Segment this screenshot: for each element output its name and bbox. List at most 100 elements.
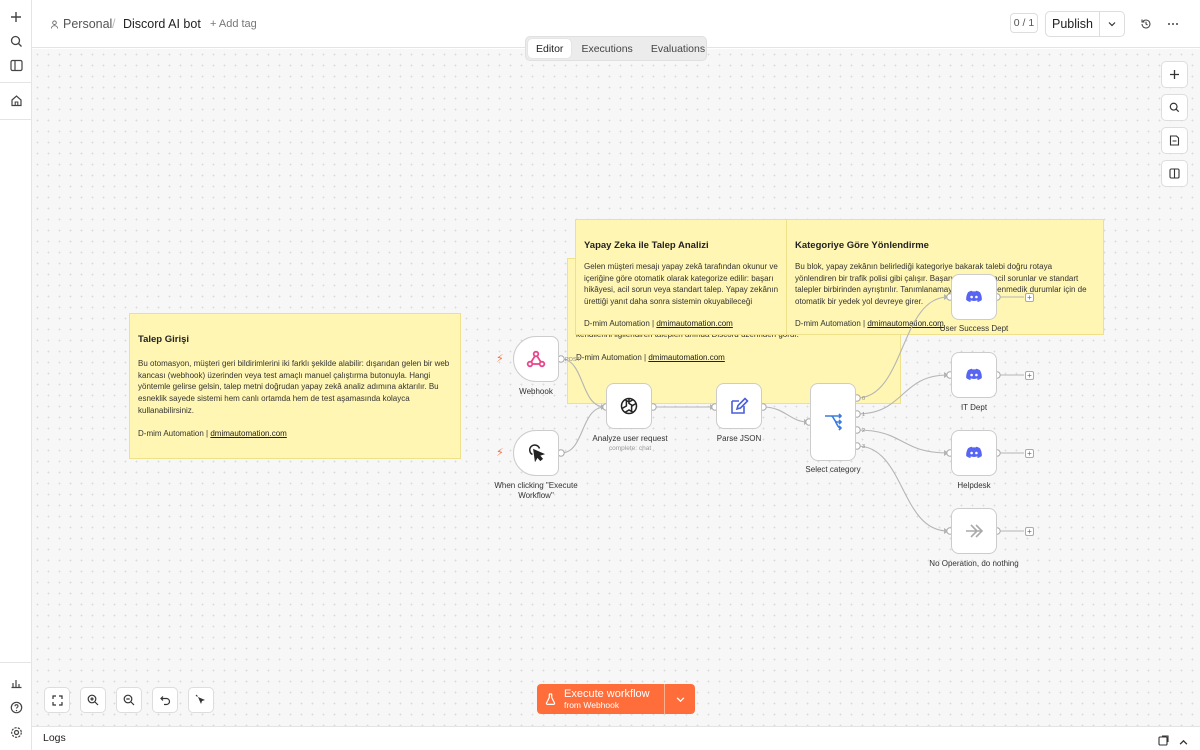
- publish-label[interactable]: Publish: [1046, 12, 1100, 36]
- sticky-footer: D-mim Automation |: [576, 352, 647, 362]
- node-discord-user-success[interactable]: [951, 274, 997, 320]
- view-tabs: Editor Executions Evaluations: [525, 36, 707, 61]
- settings-icon[interactable]: [8, 724, 24, 740]
- wand-icon: [195, 694, 205, 704]
- help-icon[interactable]: [8, 699, 24, 715]
- search-nodes-button[interactable]: [1161, 94, 1188, 121]
- openai-icon: [620, 397, 638, 415]
- chevron-up-icon[interactable]: [1179, 734, 1188, 750]
- popout-icon[interactable]: [1158, 733, 1169, 750]
- history-icon[interactable]: [1138, 16, 1154, 32]
- panel-icon: [1169, 168, 1180, 179]
- plus-icon: [1170, 70, 1179, 79]
- zoom-out-button[interactable]: [116, 687, 142, 713]
- undo-icon: [159, 695, 170, 705]
- add-tag-button[interactable]: + Add tag: [210, 18, 257, 30]
- add-node-button[interactable]: [1161, 61, 1188, 88]
- trigger-bolt-icon: ⚡: [496, 447, 504, 459]
- node-parse-json[interactable]: [716, 383, 762, 429]
- chevron-down-icon[interactable]: [1100, 12, 1124, 36]
- sticky-footer: D-mim Automation |: [138, 428, 209, 438]
- breadcrumb-workspace[interactable]: Personal: [50, 17, 112, 31]
- side-panel-button[interactable]: [1161, 160, 1188, 187]
- fit-view-button[interactable]: [44, 687, 70, 713]
- node-label: When clicking "Execute Workflow": [494, 481, 578, 500]
- node-analyze-user-request[interactable]: [606, 383, 652, 429]
- workspace-name: Personal: [63, 17, 113, 31]
- node-webhook[interactable]: [513, 336, 559, 382]
- node-sublabel: complete: chat: [608, 445, 652, 452]
- left-rail: [0, 0, 32, 750]
- search-icon: [1169, 102, 1180, 113]
- webhook-icon: [526, 350, 546, 368]
- sticky-note-icon: [1169, 135, 1180, 146]
- sticky-link[interactable]: dmimautomation.com: [648, 353, 724, 362]
- arrow-right-icon: [966, 524, 984, 538]
- zoom-in-icon: [87, 694, 99, 706]
- add-sticky-button[interactable]: [1161, 127, 1188, 154]
- discord-icon: [966, 290, 982, 302]
- sticky-link[interactable]: dmimautomation.com: [210, 429, 286, 438]
- breadcrumb-separator: /: [112, 17, 116, 31]
- add-connection-button[interactable]: +: [1025, 293, 1034, 302]
- workflow-name[interactable]: Discord AI bot: [123, 17, 201, 31]
- pointer-click-icon: [529, 444, 546, 463]
- sticky-body: Bu blok, yapay zekânın belirlediği kateg…: [795, 261, 1087, 307]
- node-label: Select category: [805, 465, 861, 474]
- undo-button[interactable]: [152, 687, 178, 713]
- sticky-title: Yapay Zeka ile Talep Analizi: [584, 240, 709, 251]
- node-no-operation[interactable]: [951, 508, 997, 554]
- logs-bar[interactable]: Logs: [32, 726, 1200, 750]
- node-label: Webhook: [519, 387, 553, 396]
- execute-sublabel: from Webhook: [564, 700, 620, 710]
- node-label: User Success Dept: [939, 324, 1009, 333]
- execute-workflow-button[interactable]: Execute workflow from Webhook: [537, 684, 695, 714]
- execute-main[interactable]: Execute workflow from Webhook: [537, 684, 665, 714]
- tab-editor[interactable]: Editor: [528, 39, 572, 58]
- sticky-note-kategori[interactable]: Kategoriye Göre Yönlendirme Bu blok, yap…: [786, 219, 1104, 335]
- node-label: Parse JSON: [716, 434, 762, 443]
- add-connection-button[interactable]: +: [1025, 371, 1034, 380]
- sticky-body: Bu otomasyon, müşteri geri bildirimlerin…: [138, 358, 450, 415]
- zoom-in-button[interactable]: [80, 687, 106, 713]
- switch-icon: [825, 413, 843, 431]
- node-label: Helpdesk: [957, 481, 991, 490]
- sticky-link[interactable]: dmimautomation.com: [656, 319, 732, 328]
- node-manual-trigger[interactable]: [513, 430, 559, 476]
- discord-icon: [966, 446, 982, 458]
- execute-label: Execute workflow: [564, 688, 650, 700]
- plus-icon[interactable]: [8, 9, 24, 25]
- sticky-body: Gelen müşteri mesajı yapay zekâ tarafınd…: [584, 261, 779, 307]
- insights-icon[interactable]: [8, 674, 24, 690]
- publish-button[interactable]: Publish: [1045, 11, 1125, 37]
- fit-view-icon: [51, 694, 63, 706]
- chevron-down-icon[interactable]: [665, 684, 695, 714]
- flask-icon: [545, 693, 556, 705]
- node-select-category[interactable]: [810, 383, 856, 461]
- sticky-note-talep-girisi[interactable]: Talep Girişi Bu otomasyon, müşteri geri …: [129, 313, 461, 459]
- node-label: Analyze user request: [592, 434, 668, 443]
- edit-icon: [731, 397, 749, 414]
- active-counter: 0 / 1: [1010, 13, 1038, 33]
- tab-executions[interactable]: Executions: [573, 39, 640, 58]
- more-options-icon[interactable]: [1165, 16, 1181, 32]
- sticky-footer: D-mim Automation |: [584, 318, 655, 328]
- sticky-footer: D-mim Automation |: [795, 318, 866, 328]
- node-discord-helpdesk[interactable]: [951, 430, 997, 476]
- tidy-up-button[interactable]: [188, 687, 214, 713]
- user-icon: [50, 19, 59, 29]
- trigger-bolt-icon: ⚡: [496, 353, 504, 365]
- sticky-title: Kategoriye Göre Yönlendirme: [795, 240, 929, 251]
- panel-toggle-icon[interactable]: [8, 57, 24, 73]
- logs-label: Logs: [43, 732, 66, 744]
- sticky-title: Talep Girişi: [138, 334, 190, 345]
- zoom-out-icon: [123, 694, 135, 706]
- home-icon[interactable]: [8, 92, 24, 108]
- tab-evaluations[interactable]: Evaluations: [643, 39, 713, 58]
- sticky-note-yapay-zeka[interactable]: Yapay Zeka ile Talep Analizi Gelen müşte…: [575, 219, 804, 335]
- node-label: No Operation, do nothing: [929, 559, 1019, 568]
- add-connection-button[interactable]: +: [1025, 527, 1034, 536]
- node-discord-it-dept[interactable]: [951, 352, 997, 398]
- search-icon[interactable]: [8, 33, 24, 49]
- add-connection-button[interactable]: +: [1025, 449, 1034, 458]
